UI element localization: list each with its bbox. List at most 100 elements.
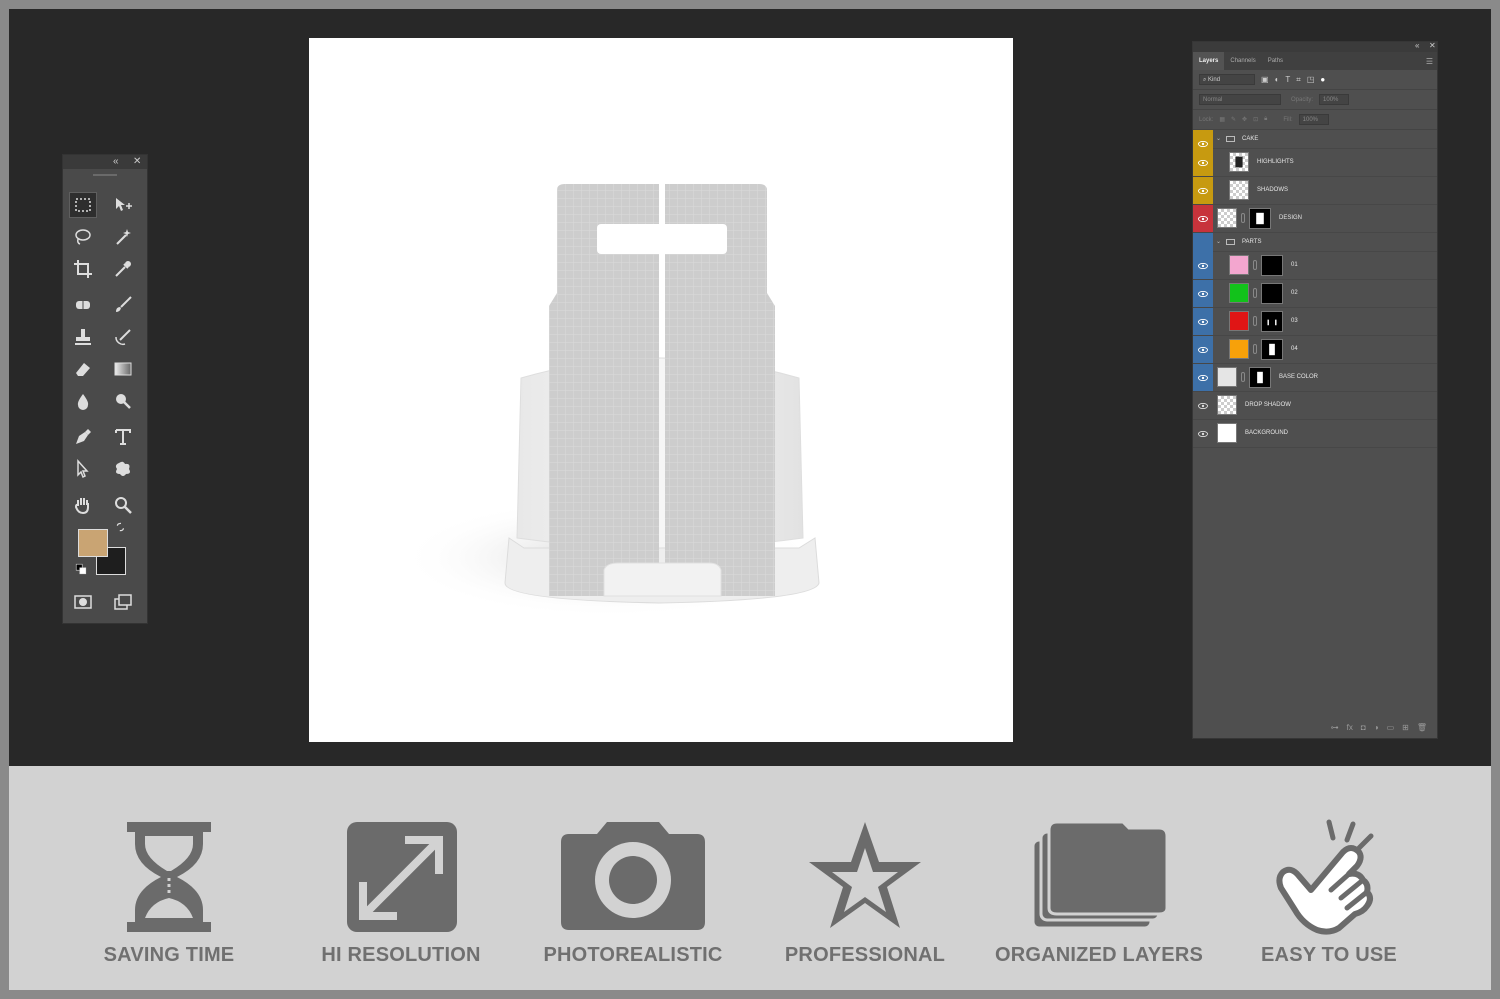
link-chain-icon[interactable] xyxy=(1253,260,1257,270)
filter-pixel-icon[interactable]: ▣ xyxy=(1261,75,1269,84)
lock-label: Lock: xyxy=(1199,116,1214,123)
eraser-tool-icon[interactable] xyxy=(69,356,97,382)
marquee-tool-icon[interactable] xyxy=(69,192,97,218)
link-chain-icon[interactable] xyxy=(1253,344,1257,354)
swap-colors-icon[interactable] xyxy=(113,519,129,535)
link-chain-icon[interactable] xyxy=(1241,372,1245,382)
layer-base-color[interactable]: BASE COLOR xyxy=(1193,364,1437,392)
foreground-color-swatch[interactable] xyxy=(78,529,108,557)
clone-stamp-tool-icon[interactable] xyxy=(69,324,97,350)
layer-style-icon[interactable]: fx xyxy=(1347,723,1353,732)
layer-03[interactable]: 03 xyxy=(1193,308,1437,336)
layer-mask-thumbnail[interactable] xyxy=(1261,283,1283,304)
brush-tool-icon[interactable] xyxy=(109,292,137,318)
blend-mode-select[interactable]: Normal xyxy=(1199,94,1281,105)
lock-position-icon[interactable]: ✥ xyxy=(1242,116,1247,123)
filter-adjustment-icon[interactable]: ◐ xyxy=(1275,75,1280,84)
link-chain-icon[interactable] xyxy=(1241,213,1245,223)
document-canvas[interactable] xyxy=(309,38,1013,742)
move-tool-icon[interactable] xyxy=(109,192,137,218)
layers-panel-footer: ⊶ fx ◘ ◑ ▭ ⊞ 🗑︎ xyxy=(1193,716,1437,738)
link-chain-icon[interactable] xyxy=(1253,316,1257,326)
filter-kind-select[interactable]: ⌕ Kind xyxy=(1199,74,1255,85)
layer-mask-thumbnail[interactable] xyxy=(1261,255,1283,276)
blur-tool-icon[interactable] xyxy=(69,388,97,414)
close-icon[interactable]: ✕ xyxy=(1429,41,1436,50)
lock-transparent-icon[interactable]: ▦ xyxy=(1219,116,1225,123)
tab-channels[interactable]: Channels xyxy=(1224,52,1261,70)
filter-toggle-icon[interactable]: ● xyxy=(1320,75,1325,84)
new-layer-icon[interactable]: ⊞ xyxy=(1402,723,1409,732)
layer-background[interactable]: BACKGROUND xyxy=(1193,420,1437,448)
pen-tool-icon[interactable] xyxy=(69,424,97,450)
fill-field[interactable]: 100% xyxy=(1298,114,1329,125)
delete-layer-icon[interactable]: 🗑︎ xyxy=(1417,723,1427,732)
default-colors-icon[interactable] xyxy=(73,561,89,577)
path-selection-tool-icon[interactable] xyxy=(69,456,97,482)
layer-design[interactable]: DESIGN xyxy=(1193,205,1437,233)
layer-drop-shadow[interactable]: DROP SHADOW xyxy=(1193,392,1437,420)
filter-smart-object-icon[interactable]: ◳ xyxy=(1307,75,1315,84)
add-mask-icon[interactable]: ◘ xyxy=(1361,723,1366,732)
layer-shadows[interactable]: SHADOWS xyxy=(1193,177,1437,205)
tab-paths[interactable]: Paths xyxy=(1262,52,1289,70)
visibility-eye-icon[interactable] xyxy=(1193,336,1213,363)
visibility-eye-icon[interactable] xyxy=(1193,177,1213,204)
visibility-eye-icon[interactable] xyxy=(1193,364,1213,391)
layer-01[interactable]: 01 xyxy=(1193,252,1437,280)
layer-04[interactable]: 04 xyxy=(1193,336,1437,364)
layers-panel-titlebar[interactable]: « ✕ xyxy=(1193,41,1437,52)
visibility-eye-icon[interactable] xyxy=(1193,149,1213,176)
crop-tool-icon[interactable] xyxy=(69,256,97,282)
hand-tool-icon[interactable] xyxy=(69,492,97,518)
chevron-down-icon[interactable]: ⌄ xyxy=(1216,135,1221,142)
history-brush-tool-icon[interactable] xyxy=(109,324,137,350)
lock-artboard-icon[interactable]: ⊡ xyxy=(1253,116,1258,123)
layer-name: DROP SHADOW xyxy=(1245,402,1291,408)
link-chain-icon[interactable] xyxy=(1253,288,1257,298)
zoom-tool-icon[interactable] xyxy=(109,492,137,518)
quick-mask-icon[interactable] xyxy=(69,589,97,615)
filter-shape-icon[interactable]: ⌗ xyxy=(1296,75,1301,85)
visibility-eye-icon[interactable] xyxy=(1193,392,1213,419)
tab-layers[interactable]: Layers xyxy=(1193,52,1225,70)
visibility-eye-icon[interactable] xyxy=(1193,420,1213,447)
layer-mask-thumbnail[interactable] xyxy=(1249,367,1271,388)
custom-shape-tool-icon[interactable] xyxy=(109,456,137,482)
type-tool-icon[interactable] xyxy=(109,424,137,450)
healing-brush-tool-icon[interactable] xyxy=(69,292,97,318)
tools-panel-titlebar[interactable]: « ✕ xyxy=(63,155,147,169)
feature-label: EASY TO USE xyxy=(1261,944,1397,966)
layer-02[interactable]: 02 xyxy=(1193,280,1437,308)
collapse-icon[interactable]: « xyxy=(1415,41,1419,50)
layer-group-parts[interactable]: ⌄ PARTS xyxy=(1193,233,1437,252)
visibility-eye-icon[interactable] xyxy=(1193,233,1213,252)
opacity-field[interactable]: 100% xyxy=(1319,94,1350,105)
layer-mask-thumbnail[interactable] xyxy=(1261,339,1283,360)
gradient-tool-icon[interactable] xyxy=(109,356,137,382)
dodge-tool-icon[interactable] xyxy=(109,388,137,414)
visibility-eye-icon[interactable] xyxy=(1193,280,1213,307)
adjustment-layer-icon[interactable]: ◑ xyxy=(1374,723,1379,732)
lock-pixels-icon[interactable]: ✎ xyxy=(1231,116,1236,123)
panel-menu-icon[interactable]: ☰ xyxy=(1426,57,1437,66)
screen-mode-icon[interactable] xyxy=(109,589,137,615)
chevron-down-icon[interactable]: ⌄ xyxy=(1216,238,1221,245)
layer-mask-thumbnail[interactable] xyxy=(1261,311,1283,332)
filter-type-icon[interactable]: T xyxy=(1285,75,1290,84)
panel-grip[interactable] xyxy=(93,174,117,176)
collapse-icon[interactable]: « xyxy=(113,156,119,168)
magic-wand-tool-icon[interactable] xyxy=(109,224,137,250)
new-group-icon[interactable]: ▭ xyxy=(1387,723,1395,732)
layer-group-cake[interactable]: ⌄ CAKE xyxy=(1193,130,1437,157)
layer-highlights[interactable]: HIGHLIGHTS xyxy=(1193,149,1437,177)
link-layers-icon[interactable]: ⊶ xyxy=(1331,723,1339,732)
visibility-eye-icon[interactable] xyxy=(1193,205,1213,232)
lasso-tool-icon[interactable] xyxy=(69,224,97,250)
close-icon[interactable]: ✕ xyxy=(133,156,141,168)
lock-all-icon[interactable]: 🔒︎ xyxy=(1264,116,1267,123)
layer-mask-thumbnail[interactable] xyxy=(1249,208,1271,229)
visibility-eye-icon[interactable] xyxy=(1193,252,1213,279)
visibility-eye-icon[interactable] xyxy=(1193,308,1213,335)
eyedropper-tool-icon[interactable] xyxy=(109,256,137,282)
